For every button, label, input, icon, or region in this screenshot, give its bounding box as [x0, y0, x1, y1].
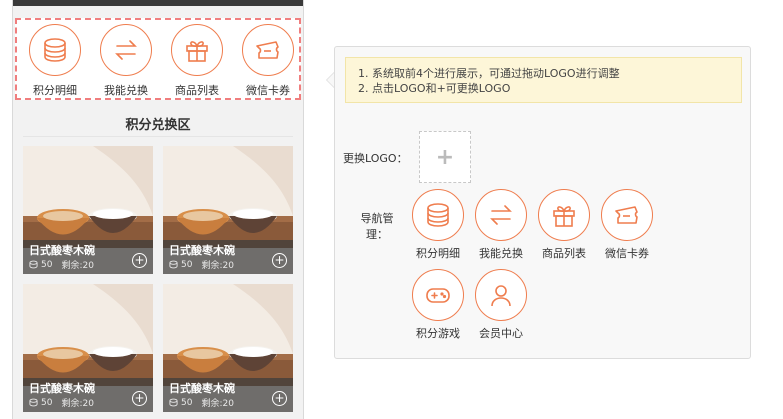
product-name: 日式酸枣木碗 — [169, 382, 235, 395]
coins-icon — [412, 189, 464, 241]
nav-manage-label: 导航管 理： — [355, 211, 399, 243]
manage-nav-label: 微信卡券 — [605, 247, 649, 260]
coin-small-icon — [29, 398, 38, 407]
manage-nav-label: 积分明细 — [416, 247, 460, 260]
tip-line: 1. 系统取前4个进行展示，可通过拖动LOGO进行调整 — [358, 67, 620, 80]
exchange-arrows-icon — [100, 24, 152, 76]
preview-nav-item-points-detail[interactable]: 积分明细 — [20, 24, 90, 98]
nav-settings-panel: 1. 系统取前4个进行展示，可通过拖动LOGO进行调整 2. 点击LOGO和+可… — [334, 46, 751, 359]
preview-nav-item-wechat-coupon[interactable]: 微信卡券 — [233, 24, 303, 98]
product-points: 50 — [181, 397, 193, 408]
exchange-section-title: 积分兑换区 — [125, 118, 191, 133]
product-name: 日式酸枣木碗 — [29, 244, 95, 257]
product-meta: 50 剩余:20 — [29, 258, 94, 271]
section-divider — [23, 136, 293, 137]
product-stock: 剩余:20 — [61, 399, 94, 409]
product-points: 50 — [181, 259, 193, 270]
coins-icon — [29, 24, 81, 76]
product-meta: 50 剩余:20 — [169, 258, 234, 271]
preview-nav-label: 商品列表 — [175, 84, 219, 97]
nav-manage-label-line: 导航管 — [360, 212, 394, 225]
product-card[interactable]: 日式酸枣木碗 50 剩余:20 + — [163, 146, 293, 274]
user-icon — [475, 269, 527, 321]
manage-nav-label: 我能兑换 — [479, 247, 523, 260]
product-meta: 50 剩余:20 — [29, 396, 94, 409]
add-product-button[interactable]: + — [132, 253, 147, 268]
manage-nav-label: 积分游戏 — [416, 327, 460, 340]
gift-box-icon — [538, 189, 590, 241]
exchange-arrows-icon — [475, 189, 527, 241]
manage-nav-item-wechat-coupon[interactable]: 微信卡券 — [597, 189, 657, 261]
phone-preview: 积分明细 我能兑换 商品列表 微信卡券 积分兑换区 日式酸枣木碗 50 剩余:2… — [12, 0, 304, 419]
phone-status-bar — [13, 0, 303, 6]
product-points: 50 — [41, 397, 53, 408]
panel-pointer-arrow-inner — [327, 73, 334, 87]
product-card[interactable]: 日式酸枣木碗 50 剩余:20 + — [23, 146, 153, 274]
product-card[interactable]: 日式酸枣木碗 50 剩余:20 + — [23, 284, 153, 412]
product-name: 日式酸枣木碗 — [169, 244, 235, 257]
nav-strip-preview[interactable]: 积分明细 我能兑换 商品列表 微信卡券 — [15, 18, 301, 100]
add-product-button[interactable]: + — [272, 391, 287, 406]
manage-nav-item-member-center[interactable]: 会员中心 — [471, 269, 531, 341]
tip-box: 1. 系统取前4个进行展示，可通过拖动LOGO进行调整 2. 点击LOGO和+可… — [345, 57, 742, 103]
preview-nav-item-product-list[interactable]: 商品列表 — [162, 24, 232, 98]
plus-icon: + — [435, 144, 455, 170]
manage-nav-label: 会员中心 — [479, 327, 523, 340]
preview-nav-label: 我能兑换 — [104, 84, 148, 97]
coin-small-icon — [169, 398, 178, 407]
product-name: 日式酸枣木碗 — [29, 382, 95, 395]
preview-nav-item-exchange[interactable]: 我能兑换 — [91, 24, 161, 98]
coin-small-icon — [169, 260, 178, 269]
nav-manage-label-line: 理： — [366, 228, 388, 241]
product-meta: 50 剩余:20 — [169, 396, 234, 409]
add-product-button[interactable]: + — [272, 253, 287, 268]
preview-nav-label: 微信卡券 — [246, 84, 290, 97]
product-points: 50 — [41, 259, 53, 270]
product-card[interactable]: 日式酸枣木碗 50 剩余:20 + — [163, 284, 293, 412]
add-product-button[interactable]: + — [132, 391, 147, 406]
manage-nav-item-points-game[interactable]: 积分游戏 — [408, 269, 468, 341]
manage-nav-label: 商品列表 — [542, 247, 586, 260]
change-logo-label: 更换LOGO： — [343, 152, 408, 165]
manage-nav-item-product-list[interactable]: 商品列表 — [534, 189, 594, 261]
product-stock: 剩余:20 — [201, 261, 234, 271]
coin-small-icon — [29, 260, 38, 269]
gift-box-icon — [171, 24, 223, 76]
preview-nav-label: 积分明细 — [33, 84, 77, 97]
logo-upload-button[interactable]: + — [419, 131, 471, 183]
product-stock: 剩余:20 — [61, 261, 94, 271]
gamepad-icon — [412, 269, 464, 321]
manage-nav-item-points-detail[interactable]: 积分明细 — [408, 189, 468, 261]
product-stock: 剩余:20 — [201, 399, 234, 409]
ticket-icon — [242, 24, 294, 76]
manage-nav-item-exchange[interactable]: 我能兑换 — [471, 189, 531, 261]
ticket-icon — [601, 189, 653, 241]
tip-line: 2. 点击LOGO和+可更换LOGO — [358, 82, 511, 95]
